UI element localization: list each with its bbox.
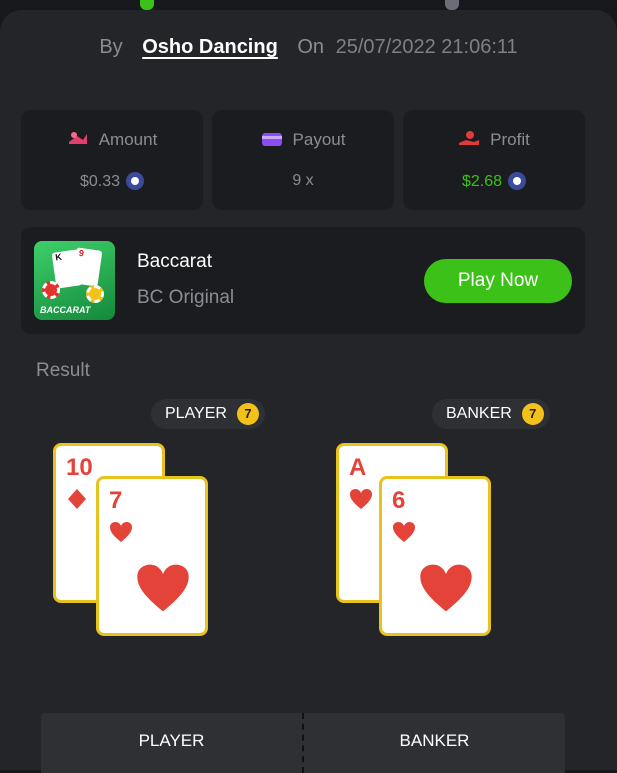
banker-card-2: 6 [379,476,491,636]
card-rank: 7 [109,487,123,514]
bet-detail-panel: By Osho Dancing On 25/07/2022 21:06:11 A… [0,10,617,773]
game-title: Baccarat [137,251,212,272]
player-label: PLAYER [165,405,227,422]
bet-datetime: 25/07/2022 21:06:11 [335,36,518,58]
thumb-label: BACCARAT [40,305,91,315]
top-indicator-gray [445,0,459,10]
player-badge: PLAYER 7 [151,399,265,429]
currency-coin-icon [508,172,527,190]
baccarat-thumbnail[interactable]: K 9 BACCARAT [34,241,115,320]
payout-stat: Payout 9 x [212,110,394,210]
player-card-2: 7 [96,476,208,636]
card-rank: 10 [66,454,93,481]
on-label: On [297,36,325,58]
heart-icon [418,562,474,619]
diamond-icon [66,488,88,515]
payout-label: Payout [292,130,346,149]
author-link[interactable]: Osho Dancing [142,36,278,58]
amount-value: $0.33 [79,173,121,190]
red-chip-icon [42,281,60,299]
card-rank: A [349,454,367,481]
player-score: 7 [236,403,259,425]
game-card: K 9 BACCARAT Baccarat BC Original Play N… [21,227,585,334]
amount-label: Amount [98,130,158,149]
thumb-card-9: 9 [71,247,103,287]
payout-value: 9 x [292,172,314,189]
by-label: By [99,36,123,58]
player-bet-label: PLAYER [138,731,205,750]
bet-amount-icon [67,130,89,153]
game-subtitle: BC Original [137,287,235,308]
hand-coin-icon [458,130,480,153]
heart-icon [349,488,373,515]
top-indicator-green [140,0,154,10]
profit-label: Profit [490,130,530,149]
profit-value: $2.68 [461,173,503,190]
banker-badge: BANKER 7 [432,399,550,429]
banker-bet-label: BANKER [399,731,470,750]
bets-summary-bar: PLAYER BANKER [41,713,565,773]
card-rank: 6 [392,487,406,514]
result-heading: Result [36,360,90,381]
banker-label: BANKER [446,405,512,422]
wallet-icon [261,130,283,153]
heart-icon [135,562,191,619]
profit-stat: Profit $2.68 [403,110,585,210]
currency-coin-icon [126,172,145,190]
amount-stat: Amount $0.33 [21,110,203,210]
play-now-button[interactable]: Play Now [424,259,572,303]
banker-score: 7 [521,403,544,425]
heart-icon [392,521,416,548]
yellow-chip-icon [86,285,104,303]
bet-byline: By Osho Dancing On 25/07/2022 21:06:11 [0,36,617,59]
heart-icon [109,521,133,548]
